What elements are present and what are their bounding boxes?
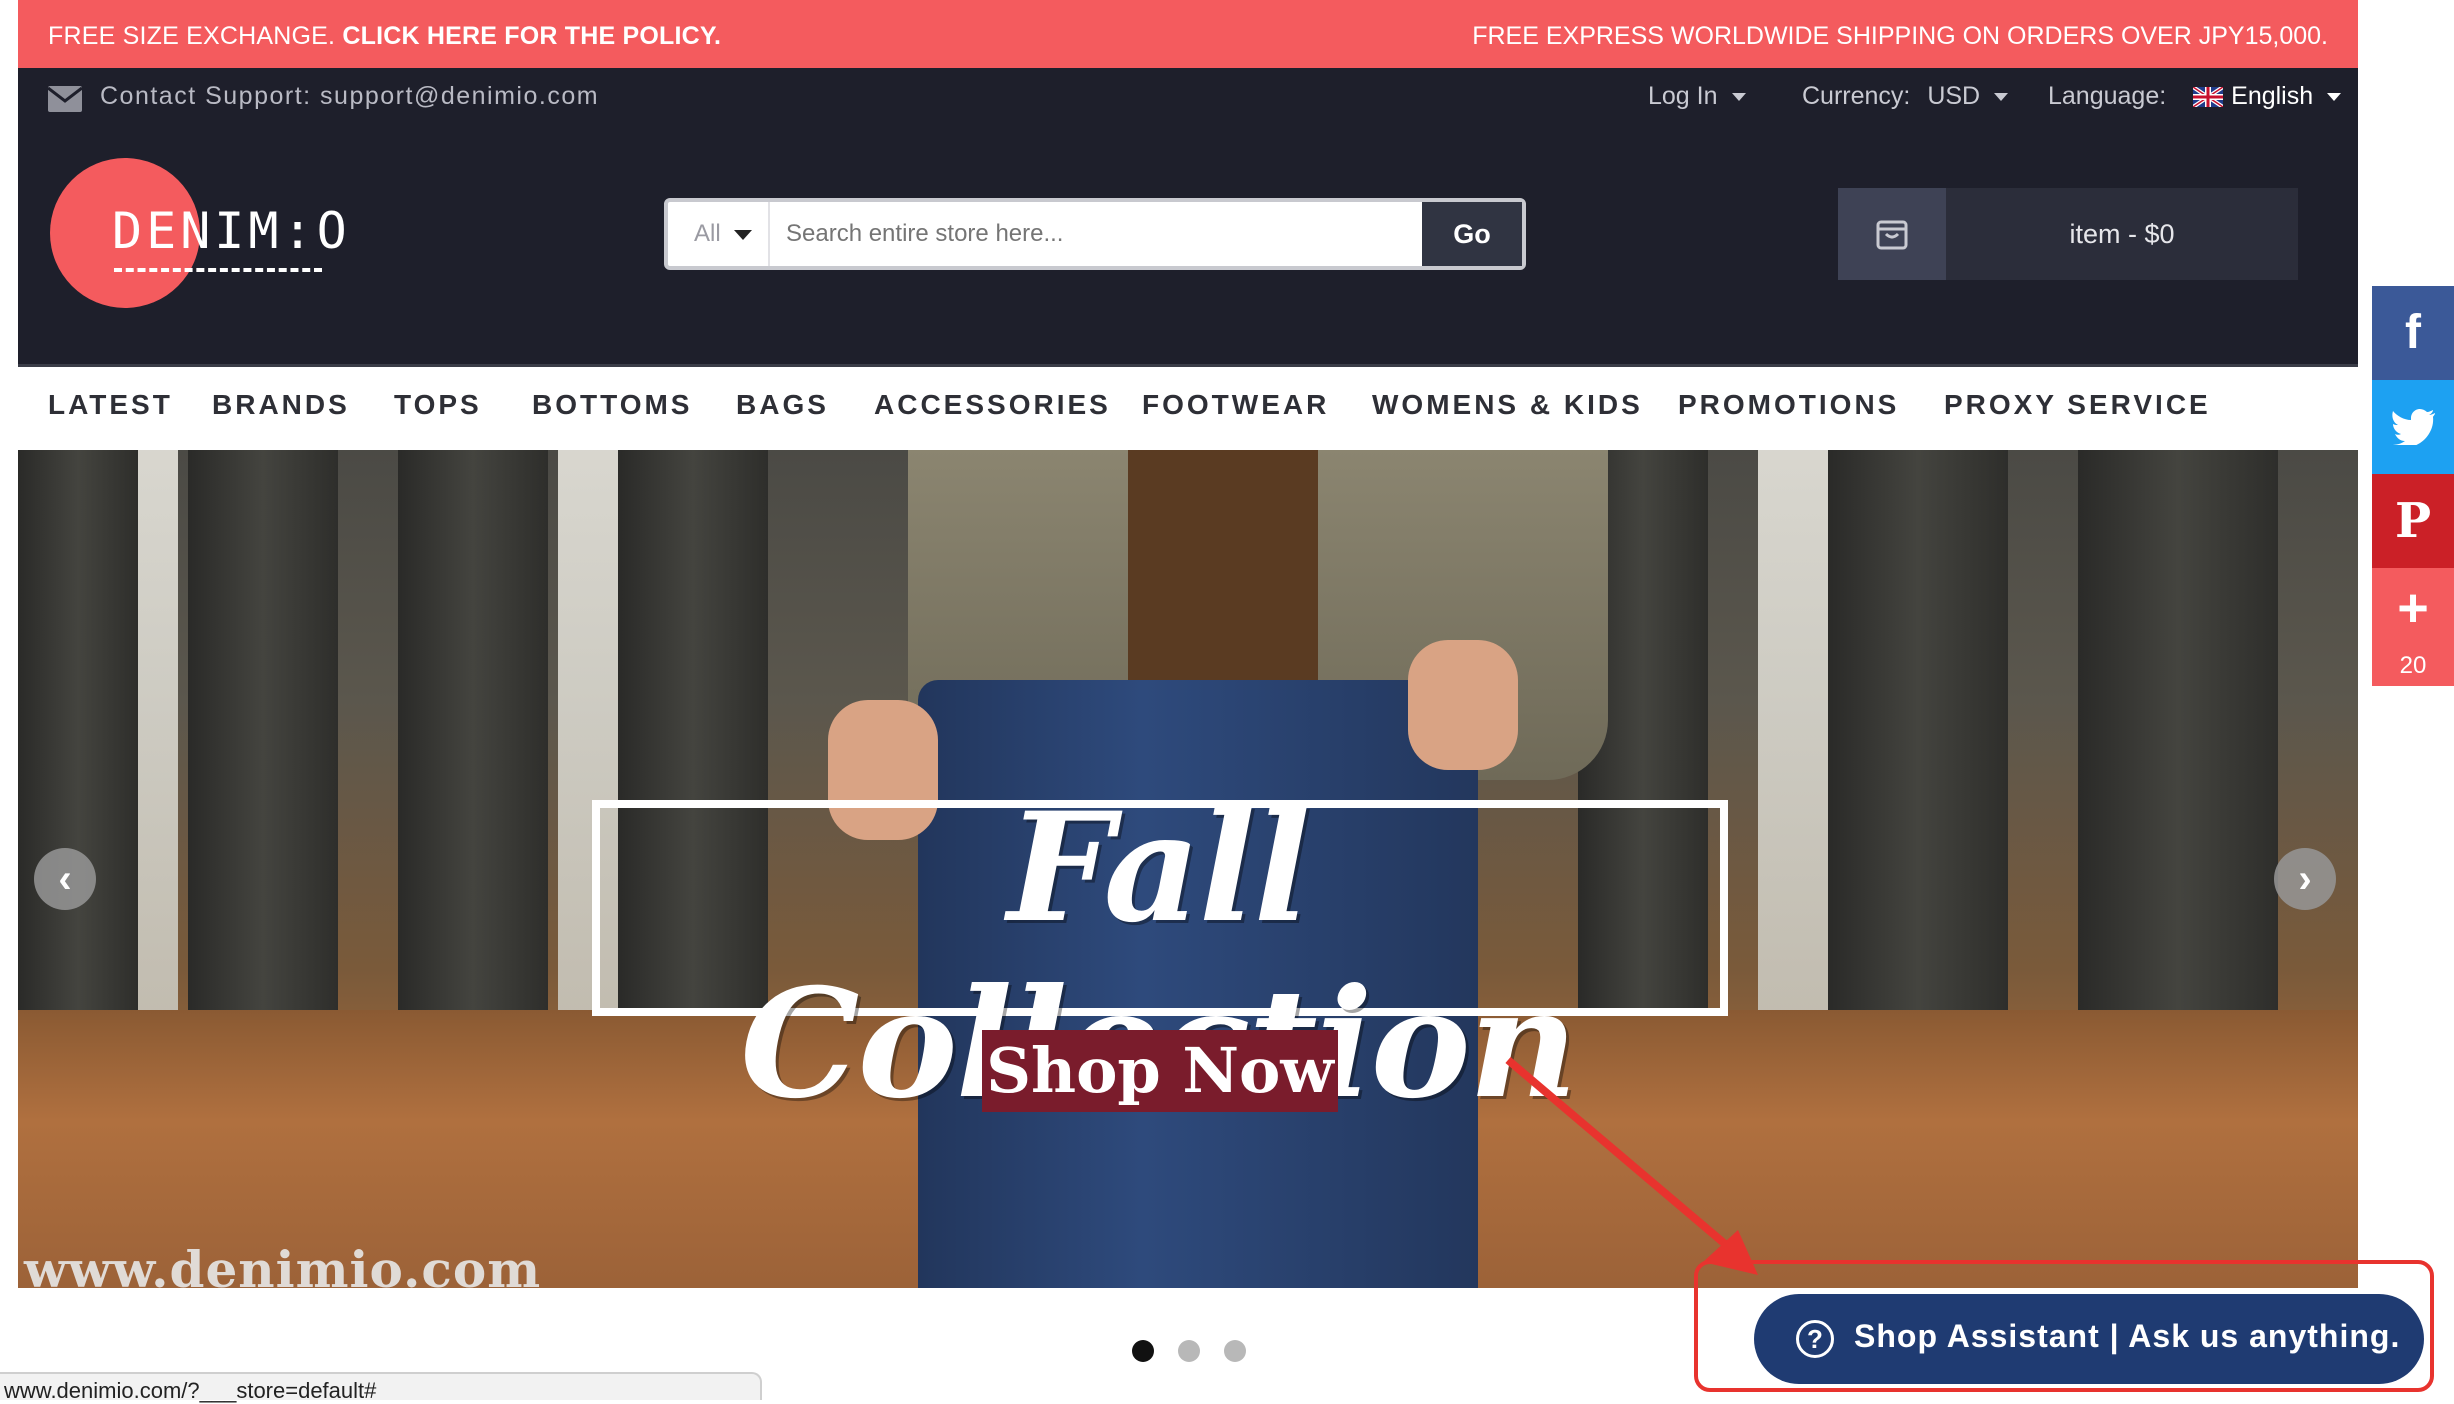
nav-item-womens-kids[interactable]: WOMENS & KIDS [1372, 389, 1643, 421]
cart-widget[interactable]: item - $0 [1838, 188, 2298, 280]
uk-flag-icon [2193, 87, 2224, 108]
hero-watermark: www.denimio.com [24, 1240, 542, 1288]
model-vest [1128, 450, 1318, 690]
policy-link[interactable]: CLICK HERE FOR THE POLICY. [342, 22, 721, 50]
shop-assistant-label: Shop Assistant | Ask us anything. [1854, 1318, 2401, 1354]
slider-prev-button[interactable]: ‹ [34, 848, 96, 910]
language-dropdown[interactable]: Language: English [2048, 82, 2342, 111]
promo-bar: FREE SIZE EXCHANGE. CLICK HERE FOR THE P… [18, 0, 2358, 68]
shopping-bag-icon [1876, 220, 1908, 250]
login-label: Log In [1648, 82, 1718, 110]
hero-slider[interactable]: Fall Collection Shop Now www.denimio.com… [18, 450, 2358, 1288]
logo-underline [114, 268, 322, 272]
nav-item-footwear[interactable]: FOOTWEAR [1142, 389, 1329, 421]
main-navigation: LATEST BRANDS TOPS BOTTOMS BAGS ACCESSOR… [18, 364, 2358, 450]
shop-assistant-button[interactable]: ? Shop Assistant | Ask us anything. [1754, 1294, 2424, 1384]
chevron-right-icon: › [2298, 857, 2312, 901]
twitter-icon [2372, 380, 2454, 474]
search-category-select[interactable]: All [668, 202, 770, 266]
language-value: English [2231, 82, 2314, 110]
slider-dot-active[interactable] [1132, 1340, 1154, 1362]
facebook-share-button[interactable]: f [2372, 286, 2454, 380]
search-bar: All Go [664, 198, 1526, 270]
chevron-down-icon [2327, 93, 2342, 102]
currency-label: Currency: [1802, 82, 1911, 110]
chevron-down-icon [1731, 93, 1746, 102]
share-count: 20 [2399, 652, 2427, 679]
nav-item-accessories[interactable]: ACCESSORIES [874, 389, 1111, 421]
shipping-promo-text: FREE EXPRESS WORLDWIDE SHIPPING ON ORDER… [1472, 22, 2328, 50]
currency-value: USD [1927, 82, 1981, 110]
login-dropdown[interactable]: Log In [1648, 82, 1746, 111]
more-share-button[interactable]: + 20 [2372, 568, 2454, 686]
cart-summary[interactable]: item - $0 [1946, 188, 2298, 280]
chevron-left-icon: ‹ [58, 857, 72, 901]
logo-wordmark[interactable]: DENIM:O [112, 202, 351, 260]
chevron-down-icon [734, 230, 752, 240]
browser-status-bar: www.denimio.com/?___store=default# [0, 1372, 762, 1403]
slider-dot[interactable] [1178, 1340, 1200, 1362]
currency-dropdown[interactable]: Currency: USD [1802, 82, 2009, 111]
search-category-value: All [694, 220, 721, 247]
search-input[interactable] [786, 220, 1406, 248]
nav-item-brands[interactable]: BRANDS [212, 389, 350, 421]
nav-item-proxy-service[interactable]: PROXY SERVICE [1944, 389, 2211, 421]
facebook-icon: f [2372, 286, 2454, 380]
size-exchange-promo[interactable]: FREE SIZE EXCHANGE. CLICK HERE FOR THE P… [48, 22, 721, 51]
status-url: www.denimio.com/?___store=default# [4, 1378, 377, 1403]
slider-dot[interactable] [1224, 1340, 1246, 1362]
chevron-down-icon [1994, 93, 2009, 102]
pinterest-share-button[interactable]: P [2372, 474, 2454, 568]
help-icon: ? [1796, 1320, 1834, 1358]
nav-item-bags[interactable]: BAGS [736, 389, 829, 421]
nav-item-tops[interactable]: TOPS [394, 389, 482, 421]
background-light [1758, 450, 1828, 1010]
nav-item-latest[interactable]: LATEST [48, 389, 173, 421]
contact-support-text: Contact Support: support@denimio.com [100, 82, 600, 110]
shop-now-button[interactable]: Shop Now [982, 1030, 1338, 1112]
pinterest-icon: P [2372, 474, 2454, 568]
language-label: Language: [2048, 82, 2167, 110]
nav-item-promotions[interactable]: PROMOTIONS [1678, 389, 1899, 421]
cart-icon-box[interactable] [1838, 188, 1946, 280]
twitter-share-button[interactable] [2372, 380, 2454, 474]
model-hand [1408, 640, 1518, 770]
mail-icon [48, 86, 82, 112]
nav-item-bottoms[interactable]: BOTTOMS [532, 389, 692, 421]
site-header: Contact Support: support@denimio.com Log… [18, 68, 2358, 364]
size-exchange-text: FREE SIZE EXCHANGE. [48, 22, 336, 50]
slider-next-button[interactable]: › [2274, 848, 2336, 910]
annotation-arrow-icon [1505, 1056, 1758, 1275]
search-go-button[interactable]: Go [1422, 202, 1522, 266]
